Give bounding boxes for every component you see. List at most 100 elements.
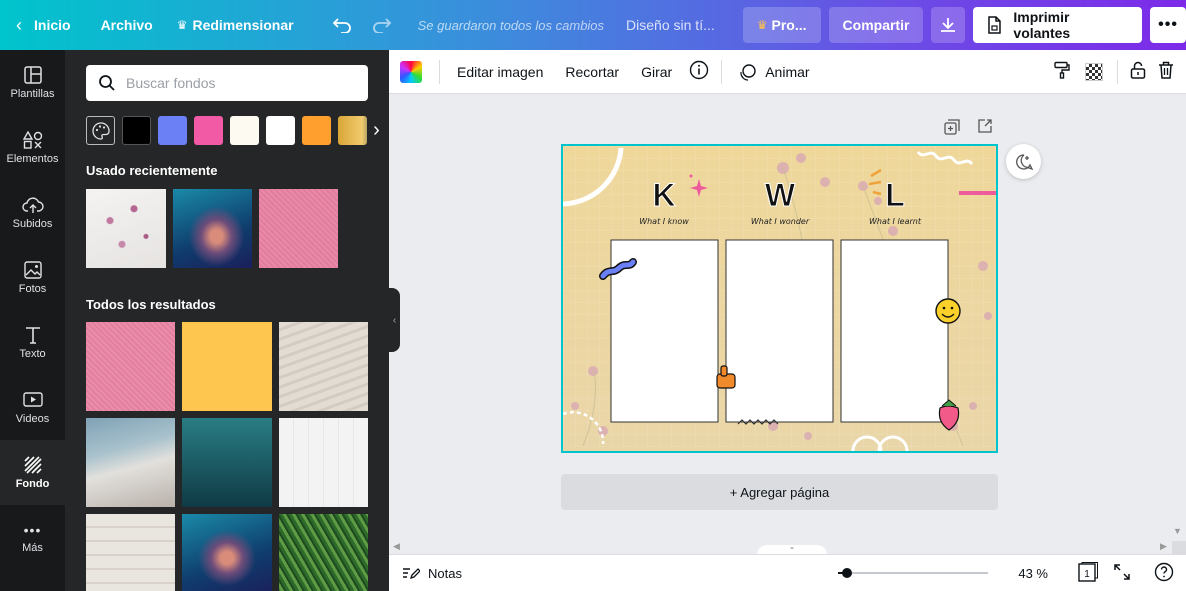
animate-label: Animar (765, 63, 810, 80)
search-icon (99, 75, 115, 91)
side-rail: Plantillas Elementos Subidos Fotos Texto… (0, 50, 65, 591)
more-options-button[interactable]: ••• (1150, 7, 1186, 43)
scroll-right-arrow[interactable]: ▶ (1160, 541, 1167, 552)
zoom-track (838, 572, 989, 574)
rail-item-text[interactable]: Texto (0, 310, 65, 375)
color-swatch-black[interactable] (122, 116, 151, 145)
transparency-button[interactable] (1077, 62, 1111, 81)
canvas-area: K W L What I know What I wonder What I l… (389, 94, 1186, 555)
search-input[interactable] (126, 75, 356, 91)
result-thumb-galaxy[interactable] (182, 514, 272, 591)
duplicate-page-button[interactable] (944, 119, 960, 140)
rotate-button[interactable]: Girar (630, 64, 683, 80)
color-swatch-orange[interactable] (302, 116, 331, 145)
divider (439, 59, 440, 84)
chevron-right-icon: › (373, 119, 380, 141)
cloud-upload-icon (21, 196, 44, 213)
resize-menu[interactable]: ♛ Redimensionar (167, 8, 304, 42)
all-results-title: Todos los resultados (86, 297, 216, 312)
rail-item-more[interactable]: ••• Más (0, 505, 65, 570)
color-swatch-blue[interactable] (158, 116, 187, 145)
print-file-icon (988, 16, 1002, 34)
divider (721, 59, 723, 84)
result-thumb-sand[interactable] (279, 322, 368, 411)
zoom-value[interactable]: 43 % (1018, 566, 1048, 581)
share-page-button[interactable] (977, 118, 993, 139)
divider (1117, 59, 1118, 84)
zoom-thumb[interactable] (842, 568, 853, 578)
help-button[interactable] (1154, 562, 1174, 585)
rail-label: Subidos (12, 217, 53, 230)
undo-button[interactable] (322, 8, 362, 42)
result-thumb-beach[interactable] (86, 418, 175, 507)
caption-know: What I know (639, 217, 689, 226)
color-swatch-cream[interactable] (230, 116, 259, 145)
info-icon (690, 60, 709, 80)
rail-item-uploads[interactable]: Subidos (0, 180, 65, 245)
zoom-slider[interactable] (838, 566, 989, 580)
scroll-left-arrow[interactable]: ◀ (393, 541, 400, 552)
print-flyers-button[interactable]: Imprimir volantes (973, 7, 1143, 43)
download-button[interactable] (931, 7, 966, 43)
result-thumb-yellow[interactable] (182, 322, 272, 411)
result-thumb-palm-leaves[interactable] (279, 514, 368, 591)
recent-thumb-pink-fabric[interactable] (259, 189, 338, 268)
color-picker-button[interactable] (400, 60, 422, 83)
add-page-button[interactable]: + Agregar página (561, 474, 998, 510)
home-link[interactable]: ‹ Inicio (0, 8, 81, 42)
video-icon (22, 391, 43, 407)
rail-label: Elementos (6, 152, 59, 165)
file-menu[interactable]: Archivo (91, 8, 163, 42)
redo-button[interactable] (362, 8, 402, 42)
share-button[interactable]: Compartir (828, 7, 924, 43)
result-thumb-white-paper[interactable] (279, 418, 368, 507)
edit-image-button[interactable]: Editar imagen (446, 64, 554, 80)
rail-item-videos[interactable]: Videos (0, 375, 65, 440)
scroll-down-arrow[interactable]: ▼ (1173, 526, 1182, 536)
share-out-icon (978, 119, 992, 133)
info-button[interactable] (683, 60, 715, 83)
result-thumb-wood[interactable] (86, 514, 175, 591)
search-box[interactable] (86, 65, 368, 101)
vertical-scrollbar[interactable] (1172, 541, 1186, 554)
copy-style-button[interactable] (1047, 61, 1077, 82)
delete-button[interactable] (1152, 61, 1186, 82)
caption-wonder: What I wonder (751, 217, 810, 226)
recent-thumb-galaxy[interactable] (173, 189, 252, 268)
color-swatch-white[interactable] (266, 116, 295, 145)
help-icon (1154, 562, 1174, 581)
result-thumb-teal-gradient[interactable] (182, 418, 272, 507)
rail-item-templates[interactable]: Plantillas (0, 50, 65, 115)
color-swatch-pink[interactable] (194, 116, 223, 145)
design-title[interactable]: Diseño sin tí... (616, 8, 725, 42)
letter-k: K (652, 177, 675, 213)
rail-item-photos[interactable]: Fotos (0, 245, 65, 310)
color-picker-swatch[interactable] (86, 116, 115, 145)
duplicate-icon (944, 119, 960, 135)
notes-label: Notas (428, 565, 462, 581)
result-thumb-pink-fabric[interactable] (86, 322, 175, 411)
background-pattern-icon (23, 455, 42, 474)
fullscreen-button[interactable] (1114, 563, 1130, 583)
rail-item-background[interactable]: Fondo (0, 440, 65, 505)
animate-button[interactable]: Animar (728, 63, 820, 81)
notes-button[interactable]: Notas (402, 565, 462, 581)
text-icon (25, 326, 40, 344)
crown-icon: ♛ (756, 18, 768, 32)
page-count-button[interactable]: 1 (1076, 561, 1098, 585)
pro-button[interactable]: ♛ Pro... (742, 7, 821, 43)
rail-label: Fondo (15, 477, 50, 490)
comment-button[interactable] (1006, 144, 1041, 179)
palette-icon (91, 121, 110, 140)
crop-button[interactable]: Recortar (554, 64, 630, 80)
more-dots-icon: ••• (23, 521, 42, 538)
lock-button[interactable] (1124, 61, 1152, 82)
rail-item-elements[interactable]: Elementos (0, 115, 65, 180)
recent-title: Usado recientemente (86, 163, 218, 178)
crown-icon: ♛ (176, 18, 188, 32)
design-page[interactable]: K W L What I know What I wonder What I l… (561, 144, 998, 453)
swatches-next-button[interactable]: › (362, 116, 389, 145)
paint-roller-icon (1054, 61, 1070, 79)
recent-thumb-flowers[interactable] (86, 189, 166, 268)
notes-icon (403, 568, 420, 580)
